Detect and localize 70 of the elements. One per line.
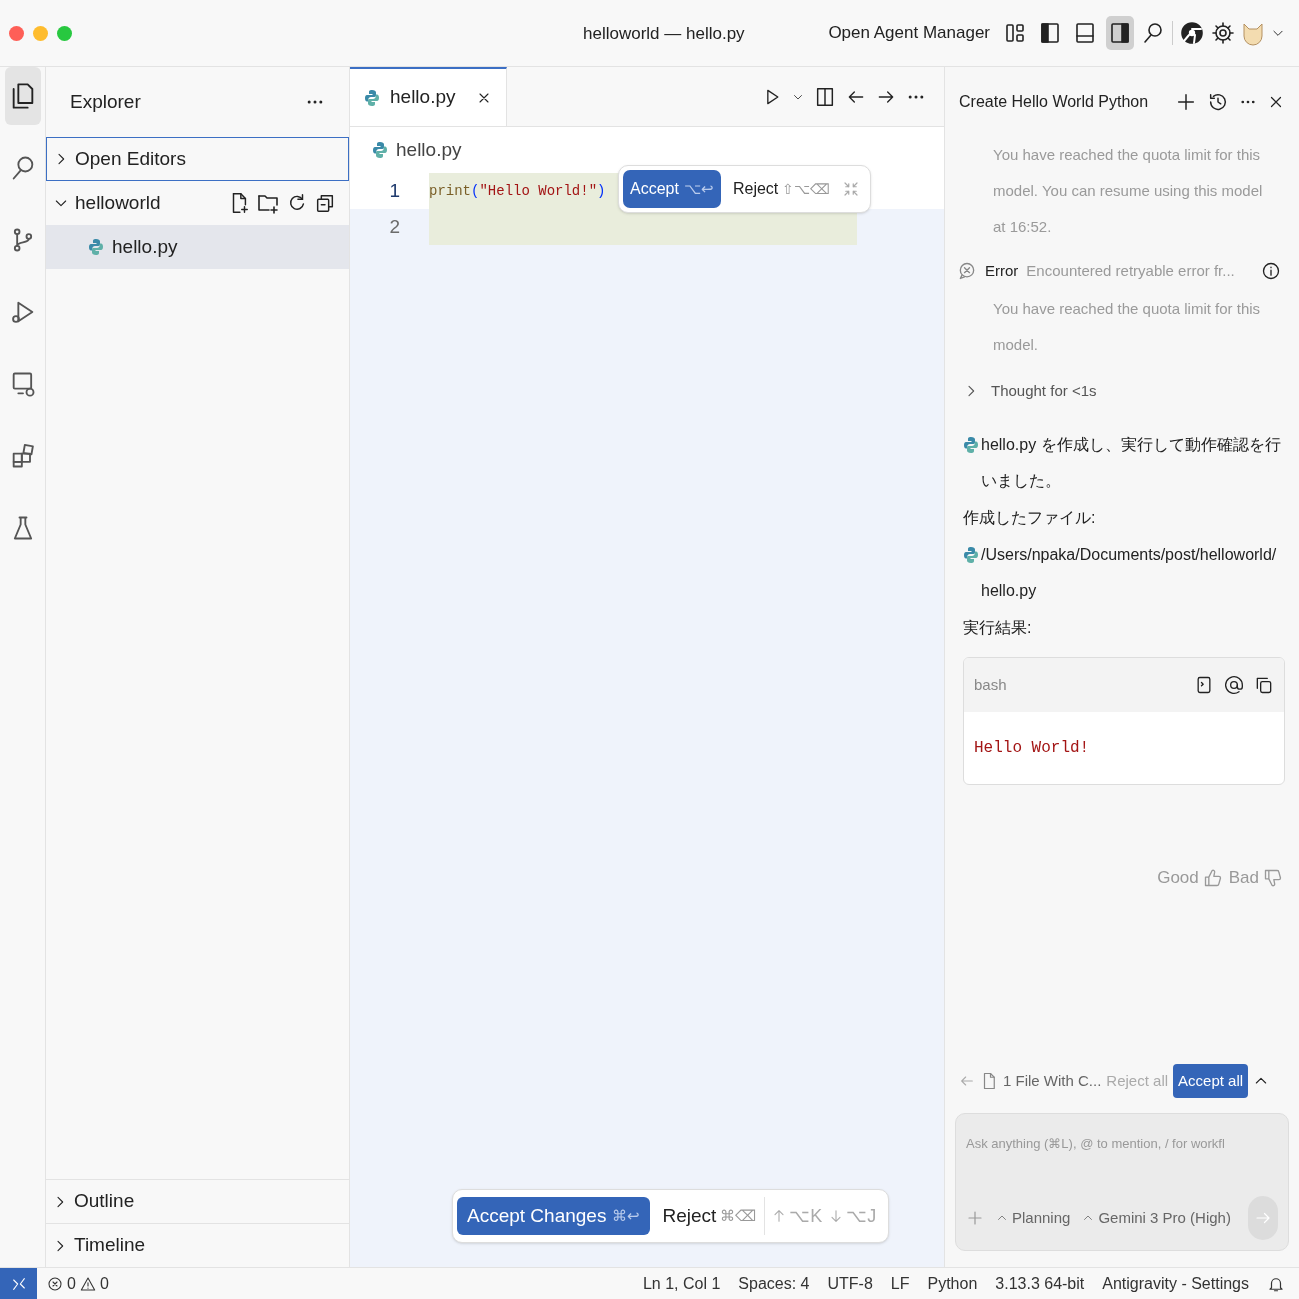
response-text: hello.py を作成し、実行して動作確認を行いました。: [981, 435, 1281, 491]
warning-icon: [79, 1275, 96, 1292]
code-line: print("Hello World!"): [429, 181, 606, 201]
python-file-icon: [372, 141, 388, 159]
files-tab[interactable]: [4, 67, 41, 125]
right-sidebar-toggle-icon: [1108, 20, 1132, 46]
explorer-title: Explorer: [70, 89, 141, 114]
status-item[interactable]: Ln 1, Col 1: [642, 1271, 721, 1296]
section-header[interactable]: Open Editors: [46, 137, 349, 181]
line-number: 2: [388, 214, 400, 239]
python-file-icon: [88, 238, 104, 256]
history-icon[interactable]: [1207, 91, 1229, 113]
status-item[interactable]: LF: [890, 1271, 910, 1296]
window-control-button[interactable]: [9, 25, 24, 41]
error-message: Encountered retryable error fr...: [1026, 260, 1236, 281]
quota-message: You have reached the quota limit for this model.: [992, 299, 1262, 355]
right-sidebar-toggle-button[interactable]: [1106, 16, 1134, 50]
reject-button[interactable]: Reject ⌘⌫: [656, 1197, 766, 1235]
settings-icon[interactable]: [1211, 21, 1235, 45]
status-item[interactable]: Antigravity - Settings: [1102, 1271, 1249, 1296]
info-icon[interactable]: [1261, 261, 1281, 281]
mode-dropdown[interactable]: Planning: [996, 1206, 1071, 1230]
quota-message: You have reached the quota limit for this model. You can resume using this model at 16:52.: [992, 145, 1264, 237]
line-number: 1: [388, 178, 400, 203]
split-editor-icon[interactable]: [814, 85, 836, 108]
error-icon: [957, 261, 977, 281]
response-text: 作成したファイル:: [963, 508, 1097, 528]
thumbs-up-icon: [1202, 867, 1223, 888]
error-label: Error: [985, 260, 1019, 281]
chat-title: Create Hello World Python: [959, 92, 1150, 112]
browser-icon[interactable]: [1180, 21, 1204, 45]
section-header[interactable]: helloworld: [46, 181, 349, 225]
response-text: 実行結果:: [963, 618, 1033, 638]
thought-toggle[interactable]: Thought for <1s: [963, 369, 1281, 413]
accept-changes-button[interactable]: Accept Changes ⌘↩: [457, 1197, 651, 1235]
agent-manager-link[interactable]: Open Agent Manager: [828, 20, 990, 46]
editor-tab[interactable]: hello.py: [350, 67, 507, 126]
reject-button[interactable]: Reject ⇧⌥⌫: [728, 170, 835, 208]
error-icon: [47, 1275, 63, 1292]
plus-icon[interactable]: [1175, 91, 1197, 113]
panel-toggle-icon: [1073, 20, 1097, 46]
python-file-icon: [963, 546, 979, 564]
mention-icon[interactable]: [1224, 675, 1244, 695]
status-item[interactable]: Spaces: 4: [738, 1271, 810, 1296]
code-language: bash: [974, 674, 1008, 695]
collapse-all-icon[interactable]: [314, 192, 336, 214]
python-file-icon: [963, 436, 979, 454]
python-file-icon: [364, 88, 380, 107]
accept-all-button[interactable]: Accept all: [1173, 1064, 1249, 1098]
chat-input[interactable]: Ask anything (⌘L), @ to mention, / for workfl Planning Gemini 3 Pro (High): [955, 1113, 1289, 1251]
remote-icon: [10, 1275, 27, 1292]
section-header[interactable]: Outline: [46, 1179, 349, 1223]
remote-button[interactable]: [0, 1267, 37, 1299]
file-link[interactable]: /Users/npaka/Documents/post/helloworld/hello.py: [981, 537, 1281, 609]
status-item[interactable]: UTF-8: [827, 1271, 873, 1296]
window-title: helloworld — hello.py: [583, 23, 745, 45]
thumbs-down-icon: [1263, 867, 1283, 888]
status-item[interactable]: Python: [927, 1271, 978, 1296]
file-item[interactable]: hello.py: [46, 225, 349, 269]
file-link[interactable]: hello.py: [981, 436, 1037, 453]
breadcrumb[interactable]: hello.py: [396, 135, 462, 165]
code-output: Hello World!: [973, 738, 1091, 759]
search-icon[interactable]: [1141, 20, 1165, 46]
model-dropdown[interactable]: Gemini 3 Pro (High): [1082, 1206, 1231, 1230]
status-item[interactable]: 3.13.3 64-bit: [995, 1271, 1085, 1296]
problems-button[interactable]: 0 0: [47, 1271, 109, 1296]
left-sidebar-toggle-icon: [1038, 20, 1062, 46]
changed-files-summary[interactable]: 1 File With C...: [1003, 1069, 1102, 1093]
accept-button[interactable]: Accept ⌥↩: [623, 170, 721, 208]
copy-icon[interactable]: [1254, 675, 1274, 695]
